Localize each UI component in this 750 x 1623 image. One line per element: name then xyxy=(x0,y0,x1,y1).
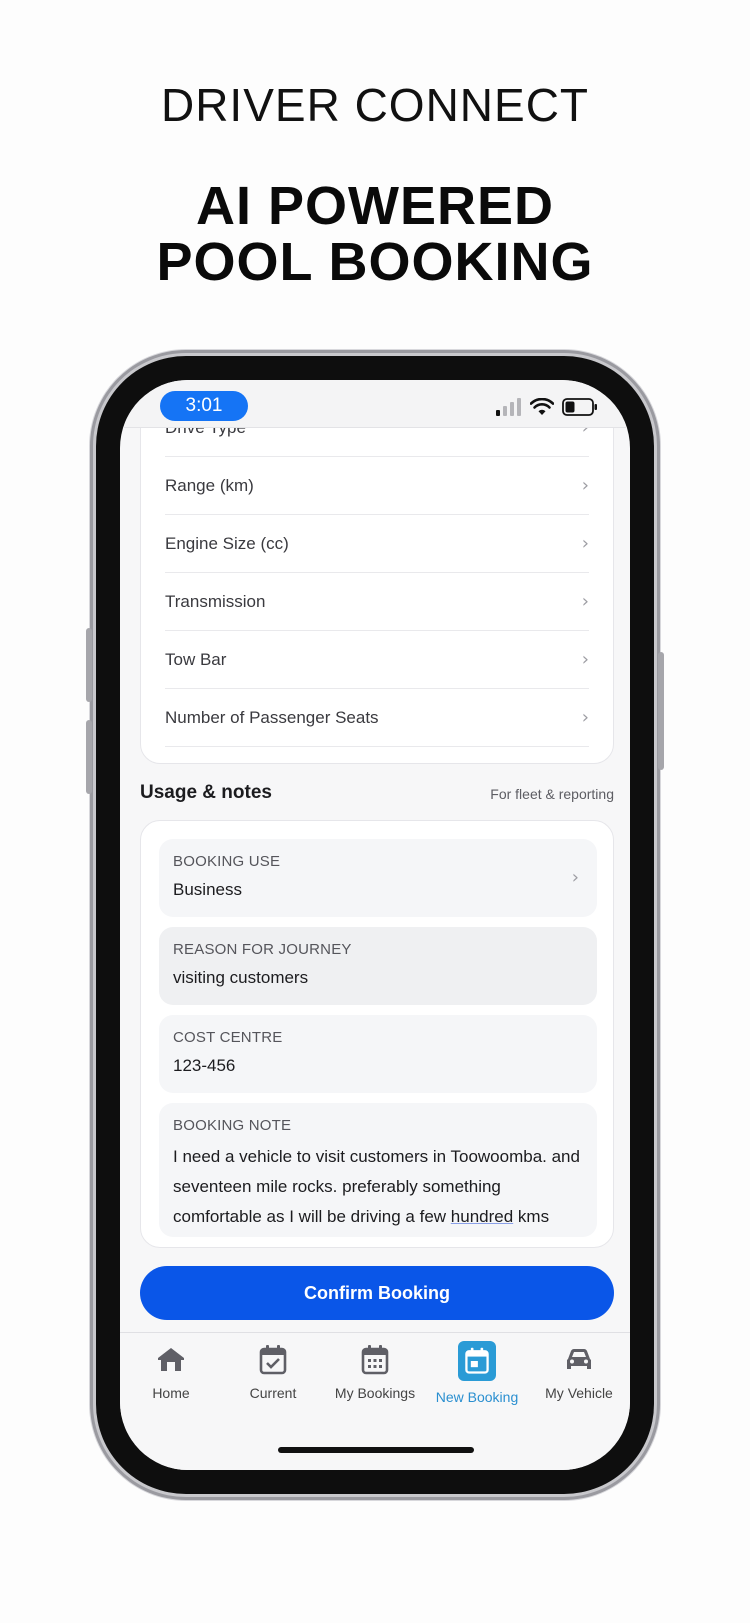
status-bar: 3:01 xyxy=(120,380,630,428)
phone-frame: 3:01 Range (km) › Engine Size (cc) › Tra… xyxy=(86,356,664,1494)
hero-title: AI POWERED POOL BOOKING xyxy=(0,178,750,290)
cost-centre-field[interactable]: COST CENTRE 123-456 xyxy=(159,1015,597,1093)
battery-icon xyxy=(562,398,597,416)
status-time: 3:01 xyxy=(160,391,248,421)
phone-volume-button xyxy=(86,720,92,794)
confirm-booking-button[interactable]: Confirm Booking xyxy=(140,1266,614,1320)
tab-label: Home xyxy=(152,1385,190,1401)
spec-row-transmission[interactable]: Transmission › xyxy=(165,573,589,631)
tab-current[interactable]: Current xyxy=(222,1343,324,1401)
chevron-right-icon: › xyxy=(581,591,589,612)
spec-label: Engine Size (cc) xyxy=(165,533,289,553)
hero-title-line1: AI POWERED xyxy=(195,176,555,236)
spec-row-range[interactable]: Range (km) › xyxy=(165,457,589,515)
home-icon xyxy=(158,1348,184,1371)
phone-screen: 3:01 Range (km) › Engine Size (cc) › Tra… xyxy=(120,380,630,1470)
booking-use-select[interactable]: BOOKING USE Business › xyxy=(159,839,597,917)
reason-label: REASON FOR JOURNEY xyxy=(173,941,352,958)
chevron-right-icon: › xyxy=(581,533,589,554)
wifi-icon xyxy=(530,398,554,415)
tab-label: Current xyxy=(249,1385,297,1401)
usage-section-subtitle: For fleet & reporting xyxy=(490,786,614,802)
booking-use-value: Business xyxy=(173,880,242,899)
booking-note-text-end: kms xyxy=(513,1207,550,1226)
spec-label: Number of Passenger Seats xyxy=(165,707,379,727)
booking-note-value: I need a vehicle to visit customers in T… xyxy=(173,1142,583,1232)
chevron-right-icon: › xyxy=(581,475,589,496)
spec-label: Transmission xyxy=(165,591,266,611)
tab-home[interactable]: Home xyxy=(120,1343,222,1401)
cost-centre-label: COST CENTRE xyxy=(173,1029,283,1046)
cost-centre-value: 123-456 xyxy=(173,1056,236,1075)
spec-label: Range (km) xyxy=(165,475,254,495)
chevron-right-icon: › xyxy=(581,649,589,670)
tab-my-bookings[interactable]: My Bookings xyxy=(324,1343,426,1401)
cellular-signal-icon xyxy=(496,398,521,416)
chevron-right-icon: › xyxy=(571,867,579,888)
hero-brand: DRIVER CONNECT xyxy=(160,79,590,131)
bottom-tab-bar: Home Current My Bookings New Booking My … xyxy=(120,1332,630,1470)
booking-note-underlined-word: hundred xyxy=(450,1207,514,1226)
active-tab-highlight xyxy=(458,1341,496,1381)
spec-label: Tow Bar xyxy=(165,649,227,669)
tab-my-vehicle[interactable]: My Vehicle xyxy=(528,1343,630,1401)
spec-row-passenger-seats[interactable]: Number of Passenger Seats › xyxy=(165,689,589,747)
booking-use-label: BOOKING USE xyxy=(173,853,281,870)
calendar-grid-icon xyxy=(361,1345,389,1375)
car-icon xyxy=(567,1349,591,1369)
tab-new-booking[interactable]: New Booking xyxy=(426,1341,528,1405)
home-indicator[interactable] xyxy=(278,1447,474,1453)
vehicle-spec-card: Drive Type › Range (km) › Engine Size (c… xyxy=(140,398,614,764)
tab-label: My Vehicle xyxy=(545,1385,613,1401)
phone-power-button xyxy=(658,652,664,770)
spec-row-engine-size[interactable]: Engine Size (cc) › xyxy=(165,515,589,573)
tab-label: New Booking xyxy=(435,1389,519,1405)
booking-note-label: BOOKING NOTE xyxy=(173,1117,292,1134)
booking-note-field[interactable]: BOOKING NOTE I need a vehicle to visit c… xyxy=(159,1103,597,1237)
usage-notes-card: BOOKING USE Business › REASON FOR JOURNE… xyxy=(140,820,614,1248)
tab-label: My Bookings xyxy=(334,1385,416,1401)
reason-value: visiting customers xyxy=(173,968,309,987)
status-icons xyxy=(496,396,598,416)
hero-title-line2: POOL BOOKING xyxy=(156,232,594,292)
usage-section-title: Usage & notes xyxy=(140,782,272,803)
spec-row-tow-bar[interactable]: Tow Bar › xyxy=(165,631,589,689)
calendar-check-icon xyxy=(259,1345,287,1375)
calendar-new-icon xyxy=(465,1347,489,1374)
reason-for-journey-field[interactable]: REASON FOR JOURNEY visiting customers xyxy=(159,927,597,1005)
booking-form: Drive Type › Range (km) › Engine Size (c… xyxy=(120,398,630,1330)
chevron-right-icon: › xyxy=(581,707,589,728)
phone-silent-switch xyxy=(86,628,92,702)
